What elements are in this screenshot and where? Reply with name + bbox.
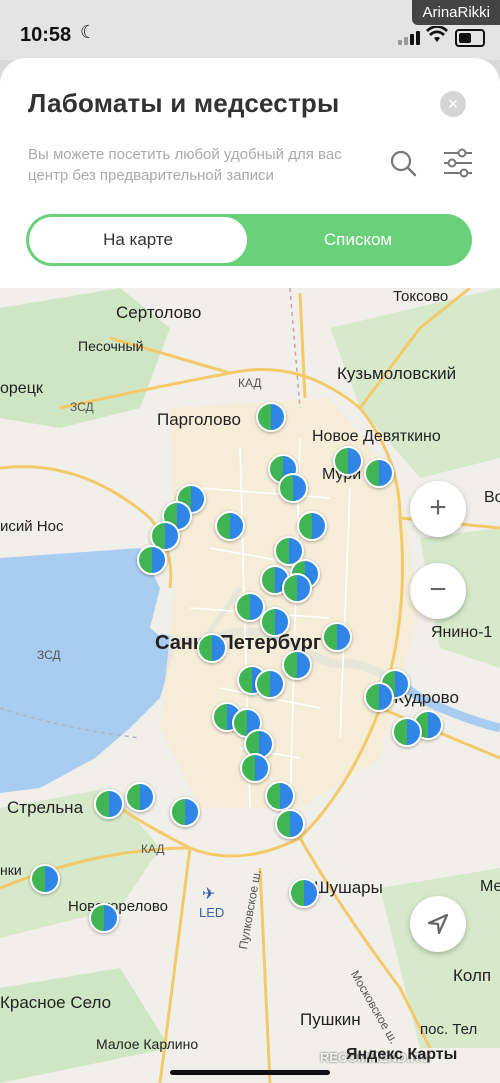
map-label: Сертолово	[116, 303, 202, 322]
map-label: нки	[0, 862, 22, 878]
map-marker[interactable]	[240, 753, 270, 783]
map-marker[interactable]	[256, 402, 286, 432]
map-marker[interactable]	[364, 458, 394, 488]
map-marker[interactable]	[297, 511, 327, 541]
map-marker[interactable]	[89, 903, 119, 933]
map-label: Новое Девяткино	[312, 428, 441, 445]
map-marker[interactable]	[278, 473, 308, 503]
map-label: Янино-1	[431, 624, 493, 641]
navigation-arrow-icon	[427, 913, 449, 935]
map-label: Токсово	[393, 288, 449, 305]
map-marker[interactable]	[289, 878, 319, 908]
map-label: Малое Карлино	[96, 1036, 199, 1052]
map-marker[interactable]	[282, 573, 312, 603]
map-label: Ме	[480, 878, 500, 895]
road-label: КАД	[238, 376, 262, 390]
map-attribution[interactable]: Яндекс Карты	[346, 1046, 457, 1064]
road-label: КАД	[141, 842, 165, 856]
locate-button[interactable]	[410, 896, 466, 952]
map-marker[interactable]	[322, 622, 352, 652]
map-marker[interactable]	[170, 797, 200, 827]
map-label: орецк	[0, 380, 43, 397]
tab-list[interactable]: Списком	[247, 217, 469, 263]
tab-map[interactable]: На карте	[29, 217, 247, 263]
map-marker[interactable]	[215, 511, 245, 541]
watermark: ArinaRikki	[412, 0, 500, 25]
search-icon[interactable]	[389, 149, 417, 177]
map-marker[interactable]	[275, 809, 305, 839]
filter-icon[interactable]	[442, 148, 474, 178]
map-marker[interactable]	[282, 650, 312, 680]
map-label: исий Нос	[0, 518, 64, 535]
map-label: Шушары	[314, 878, 383, 897]
road-label: ЗСД	[70, 400, 94, 414]
map-label: Песочный	[78, 338, 144, 354]
map-view[interactable]: Токсово Сертолово Песочный Кузьмоловский…	[0, 288, 500, 1083]
map-marker[interactable]	[125, 782, 155, 812]
view-toggle: На карте Списком	[26, 214, 472, 266]
map-marker[interactable]	[94, 789, 124, 819]
road-label: ЗСД	[37, 648, 61, 662]
map-label: Во	[484, 489, 500, 506]
map-label: Колп	[453, 966, 492, 985]
airport-label: LED	[199, 905, 225, 920]
map-label: Стрельна	[7, 798, 84, 817]
signal-icon	[398, 31, 420, 45]
map-marker[interactable]	[30, 864, 60, 894]
map-marker[interactable]	[392, 717, 422, 747]
page-subtitle: Вы можете посетить любой удобный для вас…	[28, 146, 342, 184]
map-marker[interactable]	[265, 781, 295, 811]
zoom-in-button[interactable]: +	[410, 481, 466, 537]
airport-icon: ✈	[202, 886, 216, 903]
map-label: пос. Тел	[420, 1021, 478, 1038]
home-indicator[interactable]	[170, 1070, 330, 1075]
status-time: 10:58	[20, 24, 72, 46]
map-marker[interactable]	[197, 633, 227, 663]
map-marker[interactable]	[260, 607, 290, 637]
map-label: Парголово	[157, 410, 241, 429]
map-marker[interactable]	[333, 446, 363, 476]
battery-icon	[455, 29, 485, 47]
wifi-icon	[426, 25, 448, 49]
map-marker[interactable]	[137, 545, 167, 575]
zoom-out-button[interactable]: −	[410, 563, 466, 619]
status-bar: 10:58 ☾ ArinaRikki	[0, 0, 500, 60]
close-icon[interactable]: ×	[440, 91, 466, 117]
map-label: Красное Село	[0, 993, 112, 1012]
page-title: Лабоматы и медсестры	[28, 88, 340, 118]
header-sheet: Лабоматы и медсестры × Вы можете посетит…	[0, 58, 500, 290]
moon-icon: ☾	[80, 22, 97, 42]
map-label: Кузьмоловский	[337, 364, 457, 383]
map-marker[interactable]	[364, 682, 394, 712]
map-label: Пушкин	[300, 1010, 361, 1029]
map-marker[interactable]	[255, 669, 285, 699]
